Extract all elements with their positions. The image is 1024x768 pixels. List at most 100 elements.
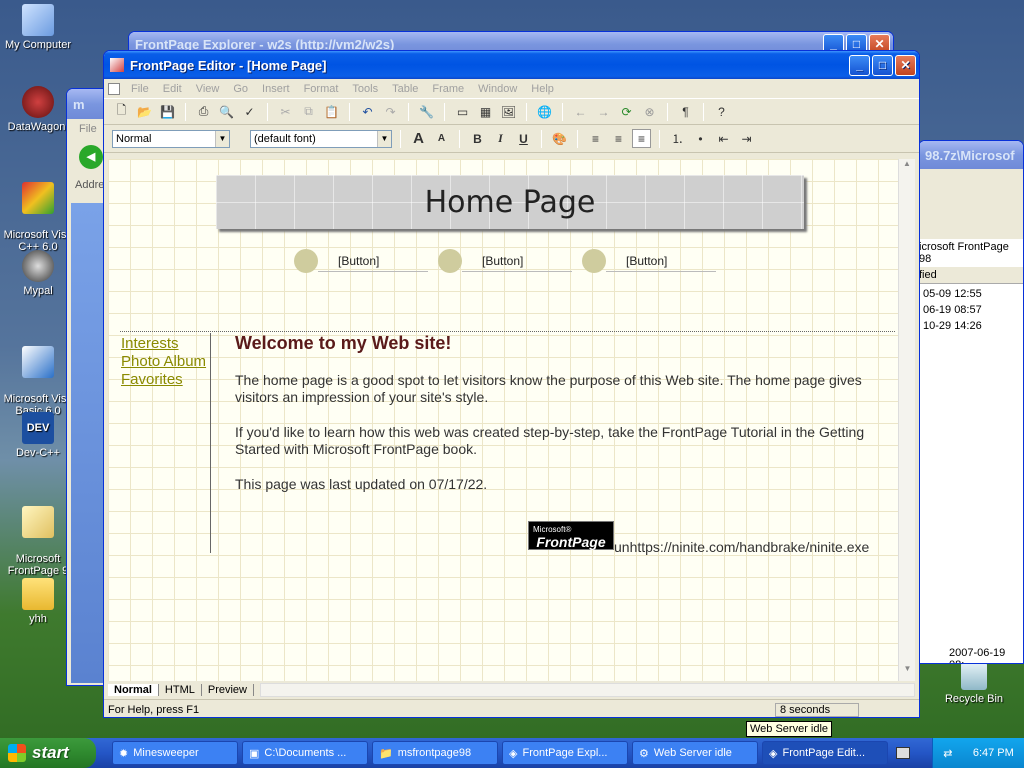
desktop-icon-datawagon[interactable]: DataWagon. [0, 86, 76, 133]
frontpage-editor-window[interactable]: FrontPage Editor - [Home Page] _ □ ✕ Fil… [103, 50, 920, 718]
copy-icon[interactable]: ⧉ [299, 102, 318, 121]
desktop-icon-recycle-bin[interactable]: Recycle Bin [936, 662, 1012, 705]
window-title: FrontPage Editor - [Home Page] [130, 57, 327, 73]
nav-button[interactable]: [Button] [582, 249, 722, 273]
print-preview-icon[interactable]: 🔍 [217, 102, 236, 121]
clock[interactable]: 6:47 PM [973, 747, 1014, 759]
forward-arrow-icon[interactable]: → [594, 102, 613, 121]
chevron-down-icon[interactable]: ▼ [215, 130, 229, 147]
taskbar-item-label: C:\Documents ... [264, 747, 347, 759]
tab-html[interactable]: HTML [159, 684, 202, 696]
stop-icon[interactable]: ⊗ [640, 102, 659, 121]
network-tray-icon[interactable]: ⇄ [943, 747, 952, 760]
menu-go[interactable]: Go [226, 83, 255, 95]
list-item[interactable]: 05-09 12:55 [919, 284, 1023, 302]
menu-tools[interactable]: Tools [345, 83, 385, 95]
main-content[interactable]: Welcome to my Web site! The home page is… [235, 334, 895, 511]
archive-window-right[interactable]: 98.7z\Microsof icrosoft FrontPage 98 fie… [918, 140, 1024, 664]
underline-icon[interactable]: U [514, 129, 533, 148]
desktop-icon-mypal[interactable]: Mypal [0, 250, 76, 297]
desktop-icon-devcpp[interactable]: DEV Dev-C++ [0, 412, 76, 459]
decrease-indent-icon[interactable]: ⇤ [714, 129, 733, 148]
menu-frame[interactable]: Frame [425, 83, 471, 95]
column-header-modified[interactable]: fied [919, 267, 1023, 284]
menu-help[interactable]: Help [524, 83, 561, 95]
title-bar[interactable]: FrontPage Editor - [Home Page] _ □ ✕ [104, 51, 919, 79]
refresh-icon[interactable]: ⟳ [617, 102, 636, 121]
tab-normal[interactable]: Normal [108, 684, 159, 696]
taskbar-item-label: Web Server idle [653, 747, 732, 759]
redo-icon[interactable]: ↷ [381, 102, 400, 121]
scroll-down-icon[interactable]: ▼ [899, 664, 916, 681]
italic-icon[interactable]: I [491, 129, 510, 148]
list-item[interactable]: 06-19 08:57 [919, 302, 1023, 318]
text-color-icon[interactable]: 🎨 [550, 129, 569, 148]
maximize-button[interactable]: □ [872, 54, 893, 76]
vertical-scrollbar[interactable]: ▲ ▼ [898, 159, 915, 681]
paragraph-style-select[interactable]: Normal ▼ [112, 129, 230, 148]
cut-icon[interactable]: ✂ [276, 102, 295, 121]
bold-icon[interactable]: B [468, 129, 487, 148]
align-right-icon[interactable]: ≡ [632, 129, 651, 148]
page-canvas[interactable]: Home Page [Button] [Button] [Button] Int… [108, 159, 898, 681]
nav-button[interactable]: [Button] [438, 249, 578, 273]
desktop-icon-frontpage[interactable]: Microsoft FrontPage 9 [0, 494, 76, 589]
increase-indent-icon[interactable]: ⇥ [737, 129, 756, 148]
menu-insert[interactable]: Insert [255, 83, 297, 95]
taskbar-item-frontpage-editor[interactable]: ◈ FrontPage Edit... [762, 741, 888, 765]
start-button[interactable]: start [0, 738, 96, 768]
menu-view[interactable]: View [189, 83, 227, 95]
keyboard-icon[interactable] [896, 747, 910, 759]
open-icon[interactable]: 📂 [135, 102, 154, 121]
menu-format[interactable]: Format [297, 83, 346, 95]
numbered-list-icon[interactable]: ⒈ [668, 129, 687, 148]
taskbar-item-msfrontpage98[interactable]: 📁 msfrontpage98 [372, 741, 498, 765]
insert-image-icon[interactable]: 🖼 [499, 102, 518, 121]
start-label: start [32, 743, 69, 762]
webbot-icon[interactable]: 🔧 [417, 102, 436, 121]
frontpage-logo[interactable]: Microsoft® FrontPage [528, 521, 614, 550]
form-field-icon[interactable]: ▭ [453, 102, 472, 121]
back-arrow-icon[interactable]: ← [571, 102, 590, 121]
nav-link-interests[interactable]: Interests [121, 335, 206, 353]
decrease-font-size-icon[interactable]: A [432, 129, 451, 148]
undo-icon[interactable]: ↶ [358, 102, 377, 121]
minimize-button[interactable]: _ [849, 54, 870, 76]
paste-icon[interactable]: 📋 [322, 102, 341, 121]
close-button[interactable]: ✕ [895, 54, 916, 76]
insert-table-icon[interactable]: ▦ [476, 102, 495, 121]
bulleted-list-icon[interactable]: • [691, 129, 710, 148]
desktop-icon-yhh[interactable]: yhh [0, 578, 76, 625]
nav-link-photo-album[interactable]: Photo Album [121, 353, 206, 371]
horizontal-scrollbar[interactable] [259, 683, 915, 697]
menu-file[interactable]: File [124, 83, 156, 95]
save-icon[interactable]: 💾 [158, 102, 177, 121]
scroll-up-icon[interactable]: ▲ [899, 159, 915, 176]
desktop-icon-my-computer[interactable]: My Computer [0, 4, 76, 51]
show-paragraph-marks-icon[interactable]: ¶ [676, 102, 695, 121]
new-page-icon[interactable]: 🗋 [112, 102, 131, 121]
print-icon[interactable]: ⎙ [194, 102, 213, 121]
tab-preview[interactable]: Preview [202, 684, 254, 696]
taskbar-item-frontpage-explorer[interactable]: ◈ FrontPage Expl... [502, 741, 628, 765]
folder-icon [22, 578, 54, 610]
nav-link-favorites[interactable]: Favorites [121, 371, 206, 389]
help-pointer-icon[interactable]: ? [712, 102, 731, 121]
list-item[interactable]: 10-29 14:26 [919, 318, 1023, 334]
font-select[interactable]: (default font) ▼ [250, 129, 392, 148]
chevron-down-icon[interactable]: ▼ [377, 130, 391, 147]
menu-window[interactable]: Window [471, 83, 524, 95]
view-tabs: Normal HTML Preview [108, 681, 915, 699]
menu-table[interactable]: Table [385, 83, 425, 95]
taskbar-item-documents[interactable]: ▣ C:\Documents ... [242, 741, 368, 765]
hyperlink-icon[interactable]: 🌐 [535, 102, 554, 121]
menu-edit[interactable]: Edit [156, 83, 189, 95]
align-center-icon[interactable]: ≡ [609, 129, 628, 148]
nav-button[interactable]: [Button] [294, 249, 434, 273]
align-left-icon[interactable]: ≡ [586, 129, 605, 148]
spelling-icon[interactable]: ✓ [240, 102, 259, 121]
taskbar-item-minesweeper[interactable]: ✹ Minesweeper [112, 741, 238, 765]
back-button[interactable]: ◀ [79, 145, 103, 169]
increase-font-size-icon[interactable]: A [409, 129, 428, 148]
taskbar-item-web-server[interactable]: ⚙ Web Server idle [632, 741, 758, 765]
